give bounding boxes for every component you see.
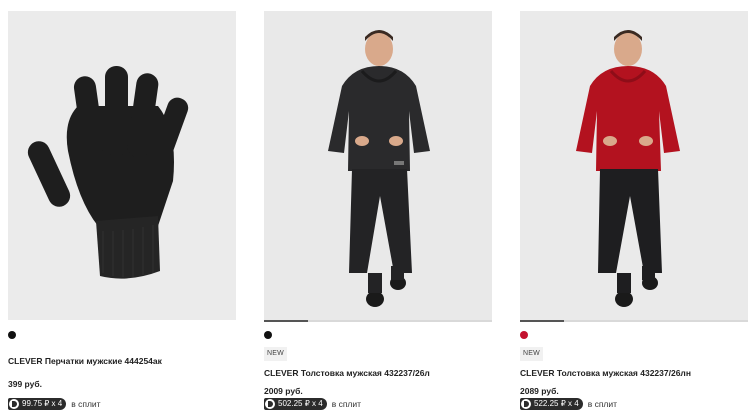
new-badge: NEW [264, 347, 287, 361]
split-payment[interactable]: 99.75 ₽ x 4 в сплит [8, 398, 101, 410]
split-chip: 502.25 ₽ x 4 [264, 398, 327, 410]
color-swatch[interactable] [520, 331, 528, 339]
gloves-image[interactable] [8, 11, 236, 320]
split-label: в сплит [331, 399, 362, 409]
product-title[interactable]: CLEVER Перчатки мужские 444254ак [8, 356, 162, 366]
color-swatch[interactable] [264, 331, 272, 339]
split-payment[interactable]: 502.25 ₽ x 4 в сплит [264, 398, 361, 410]
slider-thumb[interactable] [264, 320, 308, 322]
man-in-red-hoodie-image[interactable] [520, 11, 748, 320]
product-price: 2089 руб. [520, 386, 559, 396]
split-chip: 99.75 ₽ x 4 [8, 398, 67, 410]
new-badge: NEW [520, 347, 543, 361]
image-slider[interactable] [520, 320, 748, 322]
slider-thumb[interactable] [520, 320, 564, 322]
product-price: 399 руб. [8, 379, 42, 389]
product-card[interactable]: NEW CLEVER Толстовка мужская 432237/26л … [264, 0, 494, 414]
product-title[interactable]: CLEVER Толстовка мужская 432237/26лн [520, 368, 691, 378]
split-logo-icon [9, 399, 19, 409]
product-price: 2009 руб. [264, 386, 303, 396]
split-chip: 522.25 ₽ x 4 [520, 398, 583, 410]
split-logo-icon [265, 399, 275, 409]
product-card[interactable]: CLEVER Перчатки мужские 444254ак 399 руб… [8, 0, 238, 414]
image-slider[interactable] [264, 320, 492, 322]
split-label: в сплит [587, 399, 618, 409]
product-title[interactable]: CLEVER Толстовка мужская 432237/26л [264, 368, 430, 378]
split-amount: 522.25 ₽ x 4 [534, 399, 579, 408]
split-amount: 502.25 ₽ x 4 [278, 399, 323, 408]
split-payment[interactable]: 522.25 ₽ x 4 в сплит [520, 398, 617, 410]
split-label: в сплит [71, 399, 101, 409]
split-amount: 99.75 ₽ x 4 [22, 399, 63, 408]
split-logo-icon [521, 399, 531, 409]
product-card[interactable]: NEW CLEVER Толстовка мужская 432237/26лн… [520, 0, 750, 414]
color-swatch[interactable] [8, 331, 16, 339]
man-in-black-hoodie-image[interactable] [264, 11, 492, 320]
